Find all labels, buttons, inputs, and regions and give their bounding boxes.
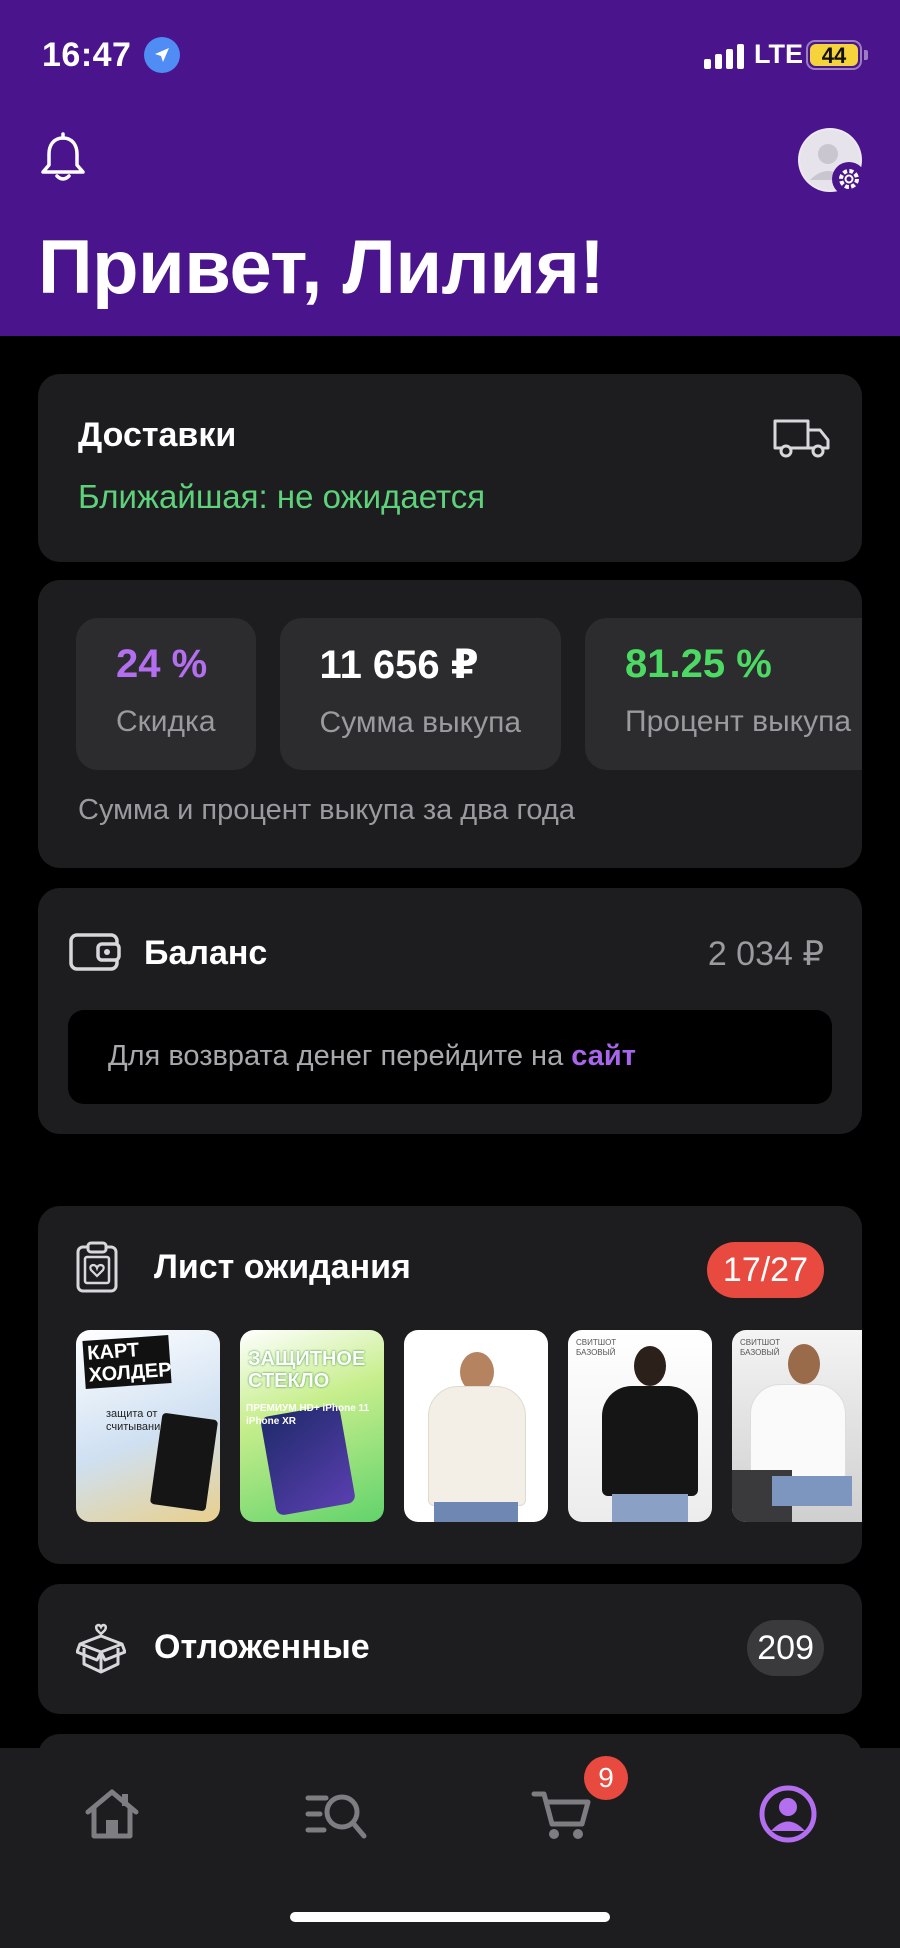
sweatshirt-image — [602, 1386, 698, 1496]
page-title: Привет, Лилия! — [38, 225, 605, 310]
refund-info: Для возврата денег перейдите на сайт — [68, 1010, 832, 1104]
jeans-image — [772, 1476, 852, 1506]
jeans-image — [434, 1502, 518, 1522]
stat-value: 81.25 % — [625, 642, 772, 686]
avatar-settings-button[interactable] — [798, 128, 866, 196]
gear-icon — [832, 162, 866, 196]
product-thumb-white-sweater[interactable] — [404, 1330, 548, 1522]
refund-text: Для возврата денег перейдите на — [108, 1040, 564, 1072]
stat-purchase-sum: 11 656 ₽ Сумма выкупа — [279, 618, 562, 770]
location-arrow-icon — [144, 37, 180, 73]
stats-note: Сумма и процент выкупа за два года — [78, 794, 575, 826]
waitlist-count-badge: 17/27 — [706, 1242, 824, 1298]
product-thumb-cardholder[interactable]: КАРТ ХОЛДЕР защита от считывания — [76, 1330, 220, 1522]
battery-level: 44 — [810, 44, 858, 68]
stat-value: 11 656 ₽ — [319, 643, 479, 687]
wallet-icon — [68, 930, 122, 974]
stat-purchase-percent: 81.25 % Процент выкупа — [585, 618, 862, 770]
stat-label: Скидка — [116, 705, 216, 738]
product-thumb-white-sweatshirt[interactable]: СВИТШОТ БАЗОВЫЙ — [732, 1330, 862, 1522]
stat-label: Процент выкупа — [625, 705, 852, 738]
thumb-caption: СВИТШОТ БАЗОВЫЙ — [576, 1338, 617, 1357]
thumb-title: ЗАЩИТНОЕ СТЕКЛО — [248, 1348, 366, 1392]
stat-value: 24 % — [116, 642, 208, 686]
stats-row[interactable]: 24 % Скидка 11 656 ₽ Сумма выкупа 81.25 … — [76, 618, 862, 770]
signal-icon — [704, 44, 744, 69]
waitlist-card[interactable]: Лист ожидания 17/27 КАРТ ХОЛДЕР защита о… — [38, 1206, 862, 1564]
waitlist-title: Лист ожидания — [154, 1248, 411, 1286]
sweater-image — [428, 1386, 526, 1506]
postponed-count-badge: 209 — [747, 1620, 824, 1676]
product-thumb-screen-protector[interactable]: ЗАЩИТНОЕ СТЕКЛО ПРЕМИУМ HD+ iPhone 11 iP… — [240, 1330, 384, 1522]
deliveries-title: Доставки — [78, 416, 237, 454]
jeans-image — [612, 1494, 688, 1522]
deliveries-status: Ближайшая: не ожидается — [78, 478, 486, 515]
network-label: LTE — [754, 39, 803, 69]
postponed-title: Отложенные — [154, 1628, 370, 1666]
header: 16:47 LTE 44 Привет, Лилия! — [0, 0, 900, 336]
waitlist-thumbnails[interactable]: КАРТ ХОЛДЕР защита от считывания ЗАЩИТНО… — [76, 1330, 862, 1522]
model-head — [634, 1346, 666, 1386]
product-thumb-black-sweatshirt[interactable]: СВИТШОТ БАЗОВЫЙ — [568, 1330, 712, 1522]
cart-count-badge: 9 — [584, 1756, 628, 1800]
wallet-product-image — [149, 1412, 219, 1512]
model-head — [788, 1344, 820, 1384]
stat-discount: 24 % Скидка — [76, 618, 256, 770]
balance-amount: 2 034 ₽ — [707, 935, 824, 973]
balance-title: Баланс — [144, 934, 268, 972]
home-icon[interactable] — [80, 1782, 144, 1846]
box-heart-icon — [75, 1620, 127, 1678]
catalog-search-icon[interactable] — [304, 1782, 368, 1846]
battery-cap — [864, 50, 868, 60]
status-time: 16:47 — [42, 36, 132, 74]
stats-card: 24 % Скидка 11 656 ₽ Сумма выкупа 81.25 … — [38, 580, 862, 868]
battery-icon: 44 — [806, 40, 862, 70]
thumb-title: КАРТ ХОЛДЕР — [82, 1335, 172, 1389]
site-link[interactable]: сайт — [571, 1040, 636, 1072]
thumb-caption: СВИТШОТ БАЗОВЫЙ — [740, 1338, 781, 1357]
cart-icon[interactable] — [530, 1782, 594, 1846]
deliveries-card[interactable]: Доставки Ближайшая: не ожидается — [38, 374, 862, 562]
thumb-caption: ПРЕМИУМ HD+ iPhone 11 iPhone XR — [246, 1403, 370, 1427]
thumb-caption: защита от считывания — [106, 1408, 167, 1433]
home-indicator — [290, 1912, 610, 1922]
bell-icon[interactable] — [38, 132, 88, 184]
stat-label: Сумма выкупа — [319, 706, 522, 739]
truck-icon — [772, 416, 832, 460]
postponed-card[interactable]: Отложенные 209 — [38, 1584, 862, 1714]
profile-icon[interactable] — [756, 1782, 820, 1846]
sweatshirt-image — [750, 1384, 846, 1480]
clipboard-heart-icon — [74, 1240, 120, 1294]
balance-card: Баланс 2 034 ₽ Для возврата денег перейд… — [38, 888, 862, 1134]
